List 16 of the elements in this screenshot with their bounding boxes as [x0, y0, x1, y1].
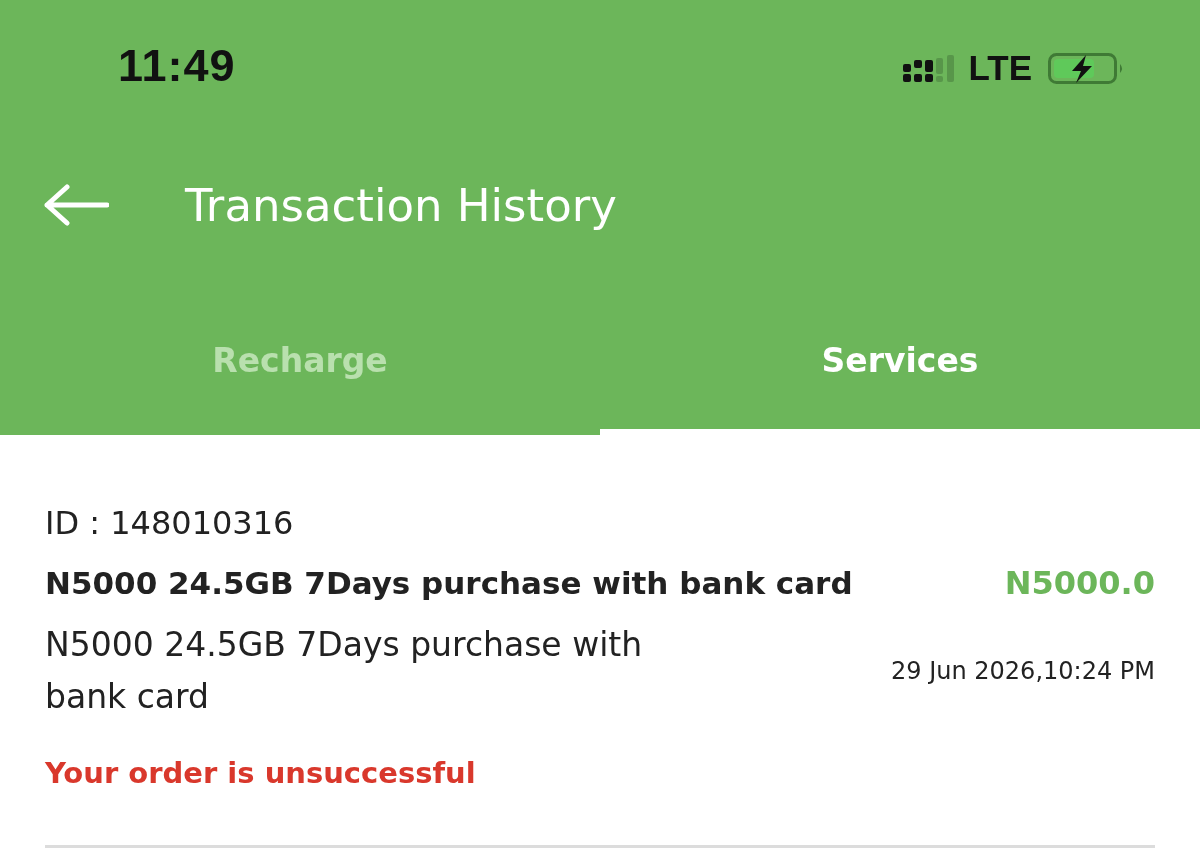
transaction-amount: N5000.0 — [1004, 564, 1155, 602]
battery-charging-icon — [1048, 52, 1124, 84]
screen-title: Transaction History — [185, 178, 617, 232]
transaction-id: ID : 148010316 — [45, 503, 295, 543]
clock-time: 11:49 — [118, 40, 236, 92]
transaction-date: 29 Jun 2026,10:24 PM — [891, 657, 1155, 685]
tab[interactable]: Services — [600, 300, 1200, 435]
transaction-title: N5000 24.5GB 7Days purchase with bank card — [45, 564, 853, 603]
order-status-message: Your order is unsuccessful — [45, 755, 477, 792]
network-label: LTE — [968, 48, 1032, 88]
tab[interactable]: Recharge — [0, 300, 600, 435]
back-button[interactable] — [43, 184, 109, 226]
signal-icon — [903, 54, 955, 82]
back-arrow-icon — [43, 184, 109, 226]
transaction-description: N5000 24.5GB 7Days purchase with bank card — [45, 624, 644, 718]
transaction-item[interactable]: ID : 148010316 N5000 24.5GB 7Days purchase with bank card N5000.0 N5000 24.5GB 7Days purchase with bank card 29 Jun 2026,10:24 PM Your order is unsuccessful — [45, 435, 1155, 848]
